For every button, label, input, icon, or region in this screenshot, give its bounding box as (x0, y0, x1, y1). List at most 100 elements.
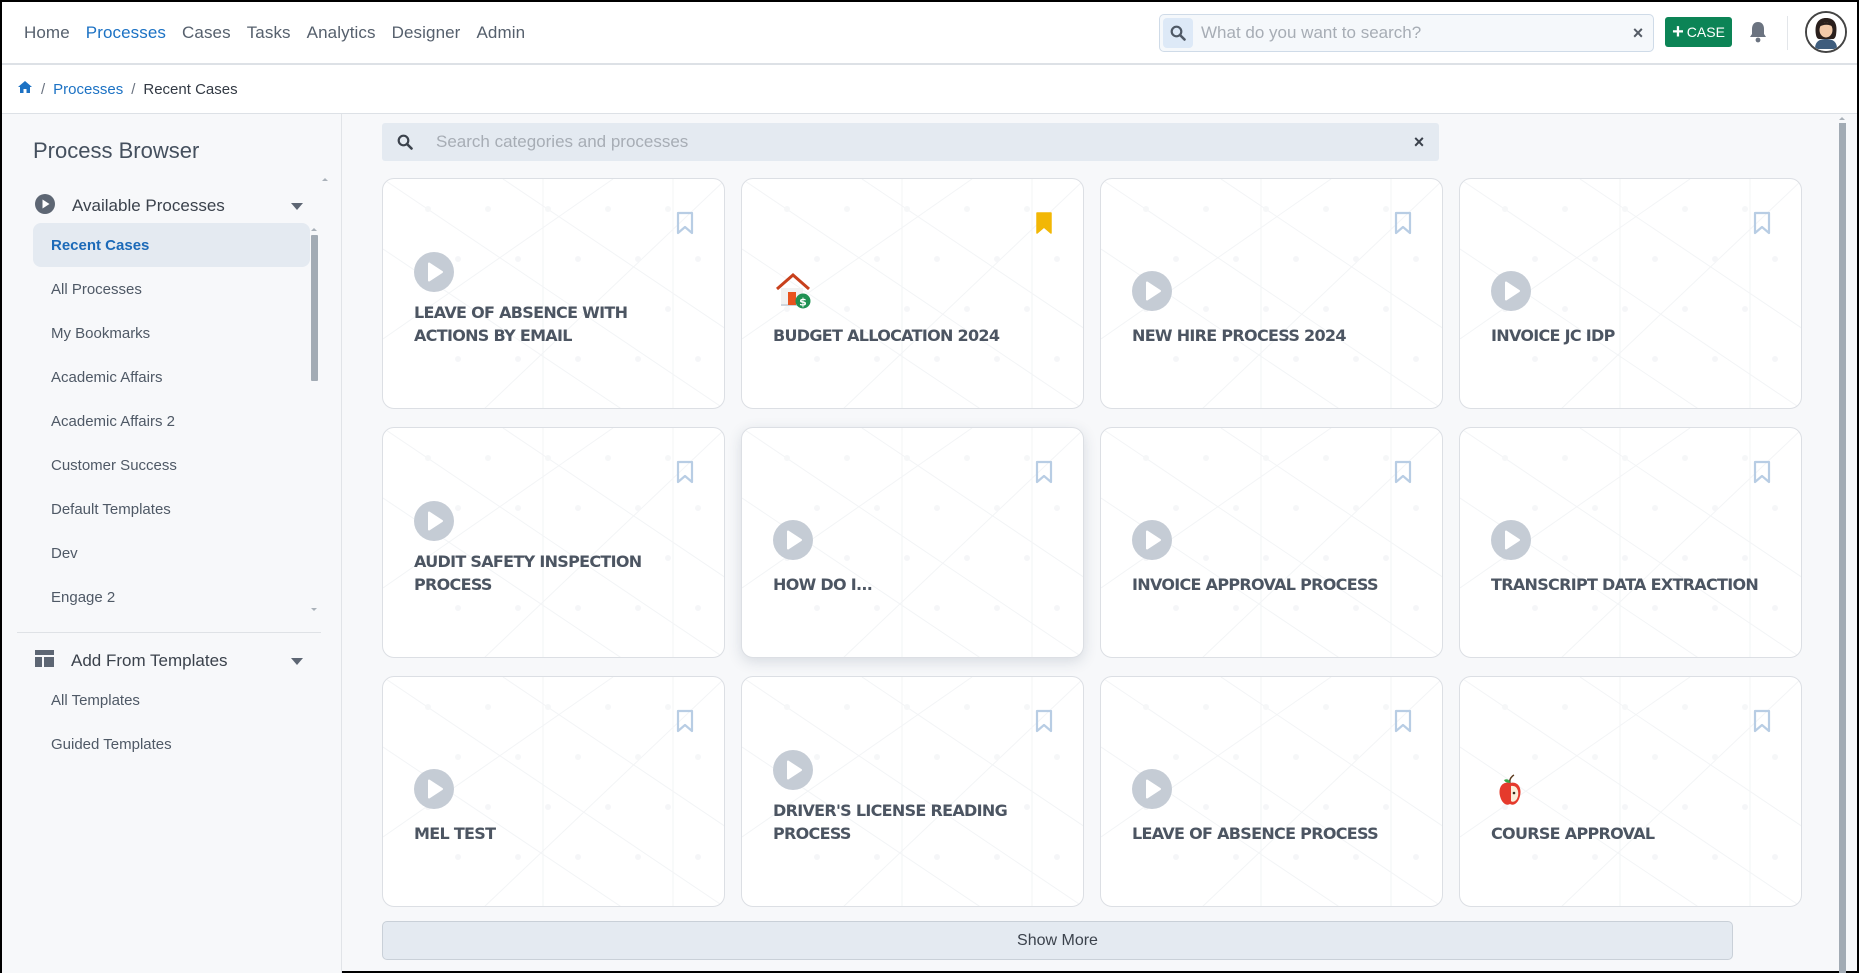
breadcrumb-current: Recent Cases (143, 80, 238, 98)
home-icon[interactable] (17, 80, 33, 98)
global-search-input[interactable] (1193, 23, 1623, 43)
play-circle-icon (1132, 769, 1172, 809)
breadcrumb: / Processes / Recent Cases (2, 65, 1857, 114)
process-card-title: Leave of Absence with Actions by Email (414, 303, 628, 345)
list-scroll-up-icon[interactable] (311, 228, 317, 231)
process-card[interactable]: How do I... (741, 427, 1084, 658)
clear-search-icon[interactable]: × (1623, 23, 1653, 44)
section-available-processes[interactable]: Available Processes (35, 191, 305, 221)
process-card-title: Transcript Data Extraction (1491, 575, 1759, 594)
process-card[interactable]: Driver's License Reading Process (741, 676, 1084, 907)
bookmark-icon[interactable] (1753, 460, 1771, 484)
process-card-title: Invoice JC IDP (1491, 326, 1615, 345)
plus-icon: + (1672, 21, 1684, 43)
notifications-bell-icon[interactable] (1748, 20, 1768, 44)
show-more-button[interactable]: Show More (382, 921, 1733, 960)
process-card[interactable]: Leave of Absence with Actions by Email (382, 178, 725, 409)
card-background-pattern (742, 677, 1083, 906)
bookmark-icon[interactable] (676, 709, 694, 733)
nav-tasks[interactable]: Tasks (239, 23, 299, 43)
process-card[interactable]: $ Budget Allocation 2024 (741, 178, 1084, 409)
sidebar-item-dev[interactable]: Dev (33, 531, 310, 575)
bookmark-icon[interactable] (676, 211, 694, 235)
breadcrumb-separator: / (131, 80, 136, 98)
card-background-pattern (383, 428, 724, 657)
card-background-pattern (383, 179, 724, 408)
play-circle-icon (414, 501, 454, 541)
nav-processes[interactable]: Processes (78, 23, 174, 43)
section-label: Available Processes (72, 196, 225, 215)
bookmark-filled-icon[interactable] (1035, 211, 1053, 235)
sidebar-scrollbar[interactable] (311, 235, 318, 381)
process-card-title: Driver's License Reading Process (773, 801, 1008, 843)
apple-icon (1491, 771, 1531, 811)
process-card[interactable]: Audit Safety Inspection Process (382, 427, 725, 658)
nav-admin[interactable]: Admin (468, 23, 533, 43)
process-card[interactable]: Invoice Approval Process (1100, 427, 1443, 658)
play-circle-icon (414, 769, 454, 809)
sidebar-item-academic-affairs[interactable]: Academic Affairs (33, 355, 310, 399)
list-scroll-down-icon[interactable] (311, 608, 317, 611)
template-icon (35, 650, 54, 672)
nav-analytics[interactable]: Analytics (299, 23, 384, 43)
new-case-label: CASE (1686, 24, 1725, 40)
breadcrumb-processes[interactable]: Processes (53, 81, 123, 98)
play-circle-icon (1132, 271, 1172, 311)
process-browser-sidebar: Process Browser Available Processes Rece… (2, 114, 342, 973)
sidebar-item-all-templates[interactable]: All Templates (33, 678, 310, 722)
clear-search-icon[interactable]: × (1399, 132, 1439, 153)
main-scroll-up-icon[interactable] (1839, 117, 1845, 120)
nav-cases[interactable]: Cases (174, 23, 239, 43)
chevron-down-icon[interactable] (291, 203, 303, 210)
sidebar-item-academic-affairs-2[interactable]: Academic Affairs 2 (33, 399, 310, 443)
process-card-title: New Hire Process 2024 (1132, 326, 1346, 345)
process-card-grid: Leave of Absence with Actions by Email $… (382, 178, 1802, 907)
process-card[interactable]: MEL Test (382, 676, 725, 907)
breadcrumb-separator: / (41, 80, 46, 98)
sidebar-item-engage-2[interactable]: Engage 2 (33, 575, 310, 619)
play-circle-icon (773, 520, 813, 560)
new-case-button[interactable]: + CASE (1665, 17, 1732, 47)
bookmark-icon[interactable] (676, 460, 694, 484)
sidebar-item-recent-cases[interactable]: Recent Cases (33, 223, 310, 267)
search-icon (382, 134, 428, 150)
process-card[interactable]: Invoice JC IDP (1459, 178, 1802, 409)
user-avatar[interactable] (1805, 11, 1847, 53)
search-icon[interactable] (1163, 18, 1193, 48)
nav-designer[interactable]: Designer (384, 23, 469, 43)
sidebar-item-default-templates[interactable]: Default Templates (33, 487, 310, 531)
bookmark-icon[interactable] (1394, 460, 1412, 484)
templates-list: All Templates Guided Templates (33, 678, 310, 766)
sidebar-item-all-processes[interactable]: All Processes (33, 267, 310, 311)
bookmark-icon[interactable] (1394, 709, 1412, 733)
sidebar-item-guided-templates[interactable]: Guided Templates (33, 722, 310, 766)
process-card-title: Budget Allocation 2024 (773, 326, 1000, 345)
bookmark-icon[interactable] (1753, 709, 1771, 733)
bookmark-icon[interactable] (1753, 211, 1771, 235)
sidebar-item-customer-success[interactable]: Customer Success (33, 443, 310, 487)
play-circle-icon (1491, 271, 1531, 311)
sidebar-title: Process Browser (33, 138, 200, 163)
main-scrollbar[interactable] (1839, 123, 1846, 973)
play-circle-icon (773, 750, 813, 790)
section-add-from-templates[interactable]: Add From Templates (35, 646, 305, 676)
chevron-down-icon[interactable] (291, 658, 303, 665)
process-card[interactable]: Course Approval (1459, 676, 1802, 907)
bookmark-icon[interactable] (1394, 211, 1412, 235)
sidebar-scroll-up-icon[interactable] (322, 178, 328, 181)
nav-home[interactable]: Home (16, 23, 78, 43)
process-card[interactable]: Leave of Absence Process (1100, 676, 1443, 907)
sidebar-item-my-bookmarks[interactable]: My Bookmarks (33, 311, 310, 355)
process-card-title: Audit Safety Inspection Process (414, 552, 642, 594)
play-circle-icon (1132, 520, 1172, 560)
bookmark-icon[interactable] (1035, 709, 1053, 733)
bookmark-icon[interactable] (1035, 460, 1053, 484)
section-label: Add From Templates (71, 651, 228, 670)
global-search: × (1159, 14, 1654, 52)
process-search-input[interactable] (428, 132, 1399, 152)
process-card[interactable]: New Hire Process 2024 (1100, 178, 1443, 409)
process-card[interactable]: Transcript Data Extraction (1459, 427, 1802, 658)
play-circle-icon (414, 252, 454, 292)
process-card-title: How do I... (773, 575, 873, 594)
svg-text:$: $ (799, 296, 807, 309)
